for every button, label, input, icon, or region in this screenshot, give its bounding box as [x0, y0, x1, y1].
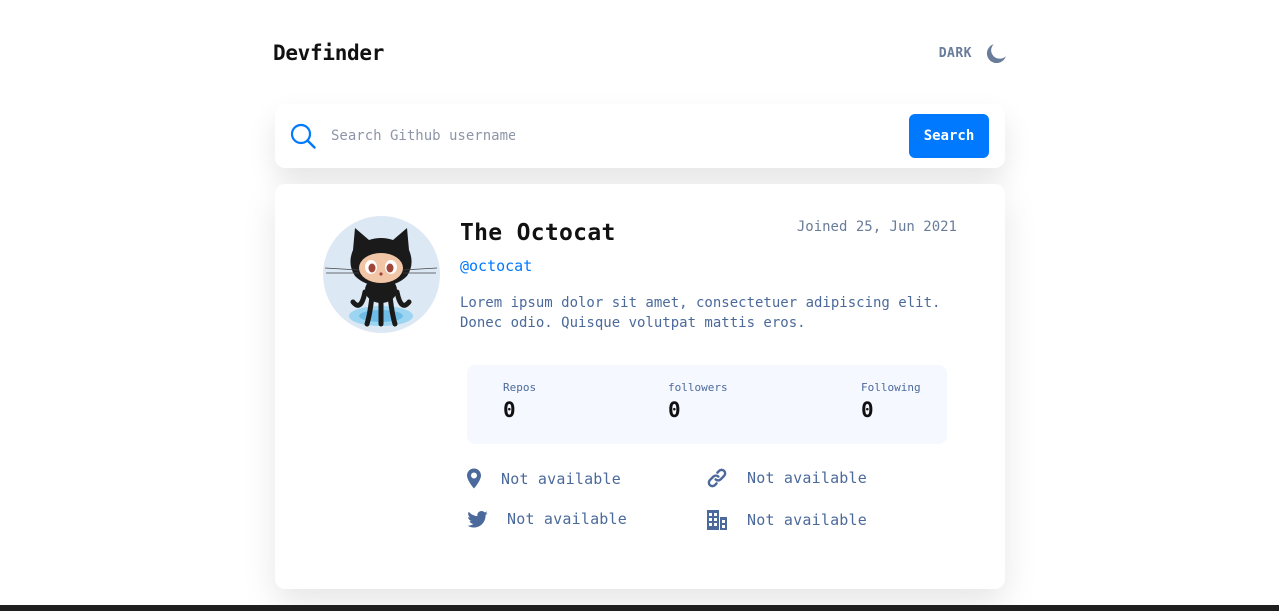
blog-text[interactable]: Not available — [747, 469, 867, 487]
twitter-icon — [467, 510, 488, 527]
company-item: Not available — [707, 510, 867, 530]
location-pin-icon — [467, 468, 481, 489]
stat-following-label: Following — [861, 381, 921, 394]
twitter-item: Not available — [467, 510, 627, 528]
location-text: Not available — [501, 469, 621, 488]
blog-item[interactable]: Not available — [707, 468, 867, 488]
stat-repos: Repos 0 — [503, 381, 536, 422]
profile-bio: Lorem ipsum dolor sit amet, consectetuer… — [460, 295, 941, 331]
building-icon — [707, 510, 727, 530]
profile-name: The Octocat — [460, 220, 616, 246]
company-text: Not available — [747, 511, 867, 529]
location-item: Not available — [467, 468, 621, 489]
joined-date: Joined 25, Jun 2021 — [796, 219, 957, 235]
search-input[interactable] — [331, 124, 515, 148]
app-logo: Devfinder — [273, 41, 385, 65]
stat-repos-value: 0 — [503, 398, 516, 422]
profile-card: The Octocat Joined 25, Jun 2021 @octocat… — [275, 184, 1005, 589]
stat-repos-label: Repos — [503, 381, 537, 394]
theme-toggle[interactable]: DARK — [939, 43, 1007, 64]
stat-followers-label: followers — [668, 381, 728, 394]
stat-following: Following 0 — [861, 381, 921, 422]
octocat-avatar — [324, 228, 438, 327]
stats-panel: Repos 0 followers 0 Following 0 — [467, 365, 947, 444]
theme-toggle-label[interactable]: DARK — [939, 46, 972, 61]
header: Devfinder DARK — [273, 38, 1007, 68]
twitter-text: Not available — [507, 510, 627, 528]
stat-followers: followers 0 — [668, 381, 728, 422]
profile-login-link[interactable]: @octocat — [460, 257, 532, 275]
search-icon — [290, 123, 316, 149]
avatar — [323, 216, 440, 333]
taskbar-strip — [0, 605, 1279, 611]
stat-following-value: 0 — [861, 398, 874, 422]
link-icon — [707, 468, 727, 488]
stat-followers-value: 0 — [668, 398, 681, 422]
moon-icon[interactable] — [986, 43, 1007, 64]
search-bar: Search — [275, 104, 1005, 168]
search-button[interactable]: Search — [909, 114, 989, 158]
